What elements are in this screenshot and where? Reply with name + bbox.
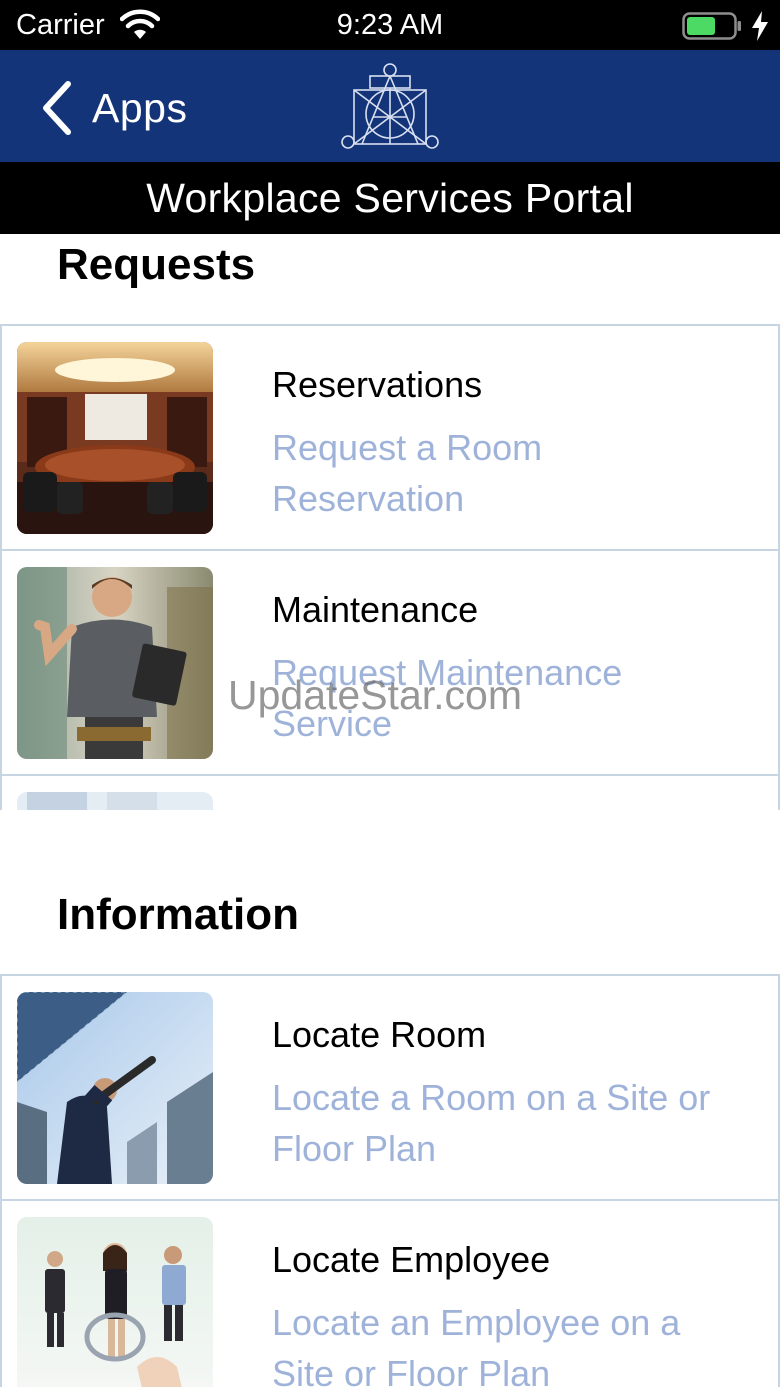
battery-icon <box>682 12 741 40</box>
portal-title: Workplace Services Portal <box>0 162 780 234</box>
section-heading-information: Information <box>57 890 299 939</box>
card-subtitle: Request a Room Reservation <box>272 427 543 519</box>
card-locate-room[interactable]: Locate Room Locate a Room on a Site or F… <box>0 976 780 1201</box>
partial-photo-image <box>17 792 213 810</box>
clock-time: 9:23 AM <box>336 9 444 41</box>
card-subtitle: Locate an Employee on a Site or Floor Pl… <box>272 1302 681 1387</box>
app-logo <box>341 63 439 149</box>
navigation-bar: Apps <box>0 50 780 162</box>
card-partial[interactable] <box>0 776 780 810</box>
back-button-label: Apps <box>92 84 188 131</box>
card-title: Reservations <box>272 364 483 405</box>
card-maintenance[interactable]: Maintenance Request Maintenance Service <box>0 551 780 776</box>
employees-image <box>17 1217 213 1387</box>
card-locate-employee[interactable]: Locate Employee Locate an Employee on a … <box>0 1201 780 1387</box>
information-list: Locate Room Locate a Room on a Site or F… <box>0 974 780 1387</box>
conference-room-image <box>17 342 213 534</box>
status-bar: Carrier 9:23 AM <box>0 0 780 50</box>
card-subtitle: Request Maintenance Service <box>272 652 623 744</box>
section-heading-requests: Requests <box>57 240 256 289</box>
card-title: Maintenance <box>272 589 479 630</box>
charging-bolt-icon <box>752 11 768 41</box>
chevron-left-icon <box>43 81 71 135</box>
back-button[interactable]: Apps <box>38 80 187 136</box>
card-title: Locate Room <box>272 1014 487 1055</box>
card-title: Locate Employee <box>272 1239 551 1280</box>
maintenance-worker-image <box>17 567 213 759</box>
card-subtitle: Locate a Room on a Site or Floor Plan <box>272 1077 711 1169</box>
requests-list: Reservations Request a Room Reservation <box>0 324 780 810</box>
city-buildings-image <box>17 992 213 1184</box>
card-reservations[interactable]: Reservations Request a Room Reservation <box>0 326 780 551</box>
